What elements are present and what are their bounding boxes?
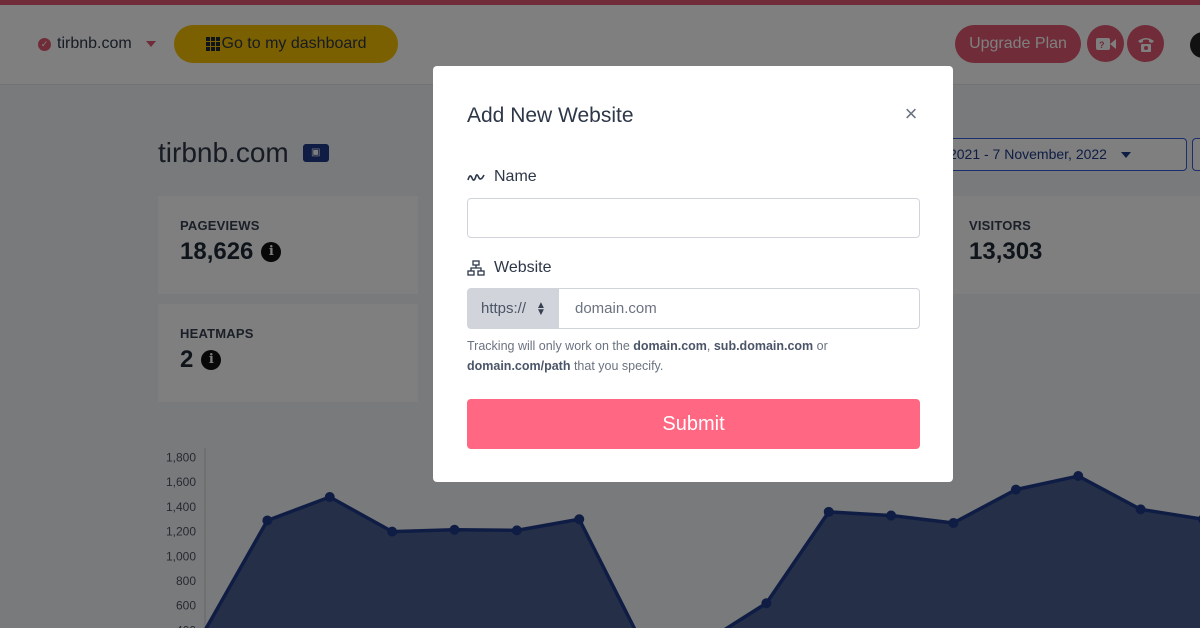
close-button[interactable]: × [901, 102, 921, 126]
help-text-prefix: Tracking will only work on the [467, 339, 634, 353]
domain-input[interactable] [559, 288, 920, 329]
help-text-path: domain.com/path [467, 359, 571, 373]
modal-title: Add New Website [467, 104, 634, 127]
protocol-value: https:// [481, 300, 527, 317]
add-website-modal: Add New Website × Name Website https:// … [433, 66, 953, 482]
name-label-text: Name [494, 168, 537, 185]
help-text-subdomain: sub.domain.com [713, 339, 814, 353]
protocol-select[interactable]: https:// ▲ ▼ [467, 288, 559, 329]
submit-button[interactable]: Submit [467, 399, 920, 449]
name-field-label: Name [467, 168, 537, 186]
website-label-text: Website [494, 259, 552, 276]
website-field-label: Website [467, 259, 552, 277]
help-text-or: or [813, 339, 828, 353]
name-input[interactable] [467, 198, 920, 238]
sitemap-icon [467, 260, 485, 276]
signature-icon [467, 174, 485, 181]
sort-arrows-icon: ▲ ▼ [536, 299, 546, 318]
help-text-suffix: that you specify. [570, 359, 664, 373]
tracking-help-text: Tracking will only work on the domain.co… [467, 336, 887, 376]
help-text-separator: , [706, 339, 714, 353]
help-text-domain: domain.com [633, 339, 707, 353]
